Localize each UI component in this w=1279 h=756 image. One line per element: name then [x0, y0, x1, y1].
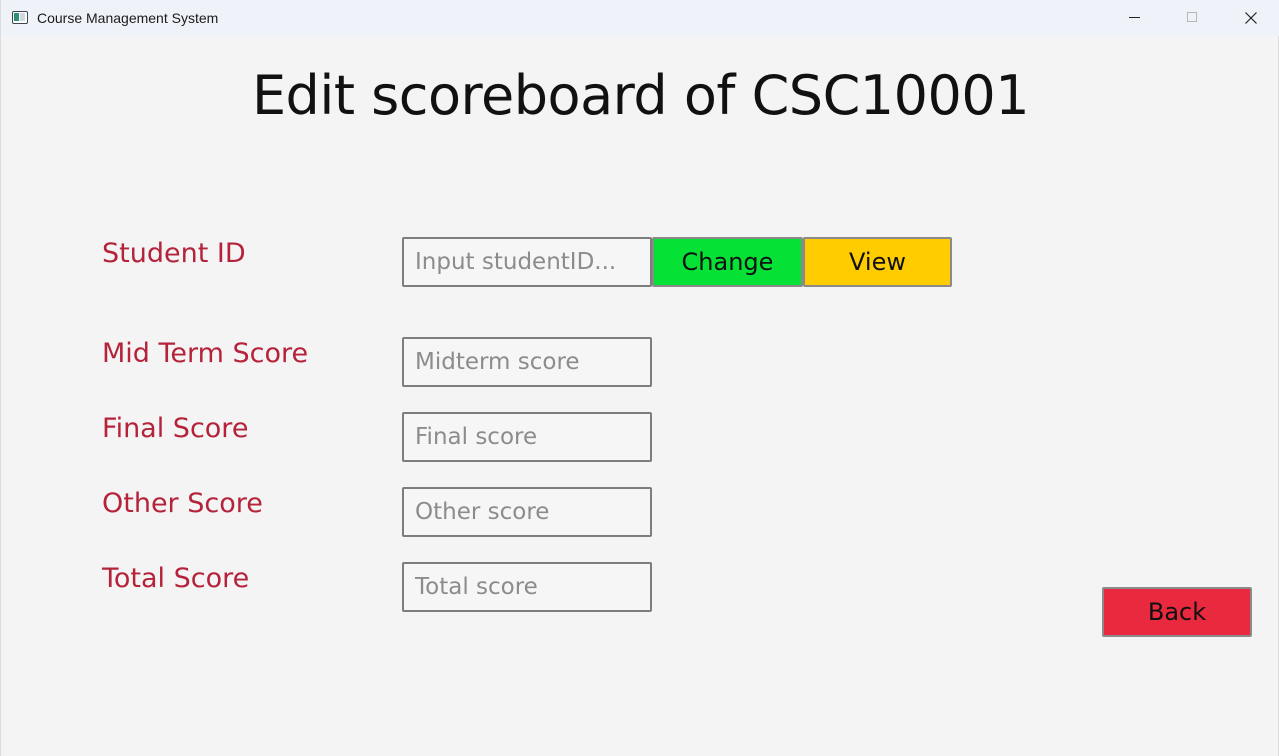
maximize-icon[interactable] [1164, 0, 1222, 36]
change-button[interactable]: Change [652, 237, 803, 287]
page-title: Edit scoreboard of CSC10001 [251, 64, 1030, 127]
title-bar[interactable]: Course Management System [1, 0, 1279, 36]
minimize-icon[interactable] [1106, 0, 1164, 36]
close-icon[interactable] [1222, 0, 1279, 36]
final-score-label: Final Score [102, 413, 249, 444]
midterm-score-input[interactable] [402, 337, 652, 387]
final-score-input[interactable] [402, 412, 652, 462]
total-score-input[interactable] [402, 562, 652, 612]
other-score-input[interactable] [402, 487, 652, 537]
app-window-icon [12, 11, 28, 24]
total-score-label: Total Score [102, 563, 250, 594]
view-button[interactable]: View [803, 237, 952, 287]
window-title: Course Management System [37, 10, 219, 26]
midterm-score-label: Mid Term Score [102, 338, 309, 369]
other-score-label: Other Score [102, 488, 263, 519]
student-id-label: Student ID [102, 238, 246, 269]
back-button[interactable]: Back [1102, 587, 1252, 637]
app-window: Course Management System Edit scoreboard… [0, 0, 1279, 756]
student-id-input[interactable] [402, 237, 652, 287]
